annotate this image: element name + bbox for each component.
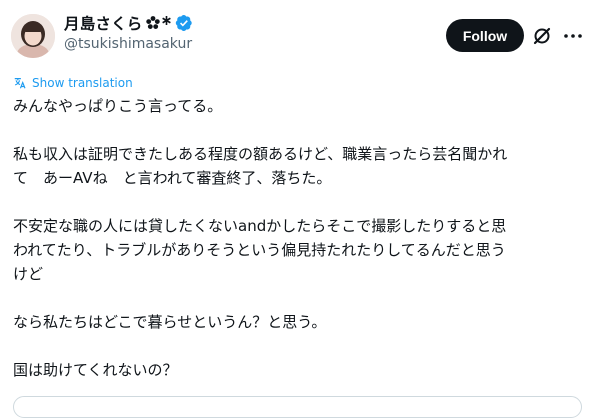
avatar[interactable] [11, 14, 55, 58]
tweet-paragraph-2-line-1: 私も収入は証明できたしある程度の額あるけど、職業言ったら芸名聞かれ [13, 145, 508, 163]
asterisk-icon [161, 15, 171, 25]
flower-emoji-icon [145, 16, 160, 29]
handle[interactable]: @tsukishimasakur [64, 36, 193, 52]
tweet-paragraph-3-line-3: けど [13, 265, 44, 283]
verified-badge-icon[interactable] [175, 14, 193, 32]
show-translation-link[interactable]: Show translation [13, 76, 133, 90]
display-name-row[interactable]: 月島さくら [64, 12, 193, 34]
translate-icon [14, 78, 26, 89]
follow-button[interactable]: Follow [446, 19, 524, 52]
tweet-header: 月島さくら @tsukishimasakur Follow [0, 0, 594, 70]
tweet-paragraph-4: なら私たちはどこで暮らせというん？と思う。 [13, 313, 327, 331]
grok-slash-circle-icon[interactable] [530, 24, 554, 48]
media-card-edge[interactable] [13, 396, 582, 418]
author-names: 月島さくら @tsukishimasakur [64, 12, 193, 52]
show-translation-label[interactable]: Show translation [32, 76, 133, 90]
tweet-paragraph-3-line-2: われてたり、トラブルがありそうという偏見持たれたりしてるんだと思う [13, 241, 506, 259]
more-horizontal-icon[interactable] [561, 24, 585, 48]
tweet-paragraph-2-line-2: て あーAVね と言われて審査終了、落ちた。 [13, 169, 332, 187]
tweet-paragraph-5: 国は助けてくれないの？ [13, 361, 178, 379]
tweet-text: みんなやっぱりこう言ってる。 私も収入は証明できたしある程度の額あるけど、職業言… [13, 94, 583, 382]
display-name[interactable]: 月島さくら [64, 12, 143, 34]
tweet-paragraph-1: みんなやっぱりこう言ってる。 [13, 97, 223, 115]
tweet-paragraph-3-line-1: 不安定な職の人には貸したくないandかしたらそこで撮影したりすると思 [13, 217, 507, 235]
avatar-photo [11, 14, 55, 58]
